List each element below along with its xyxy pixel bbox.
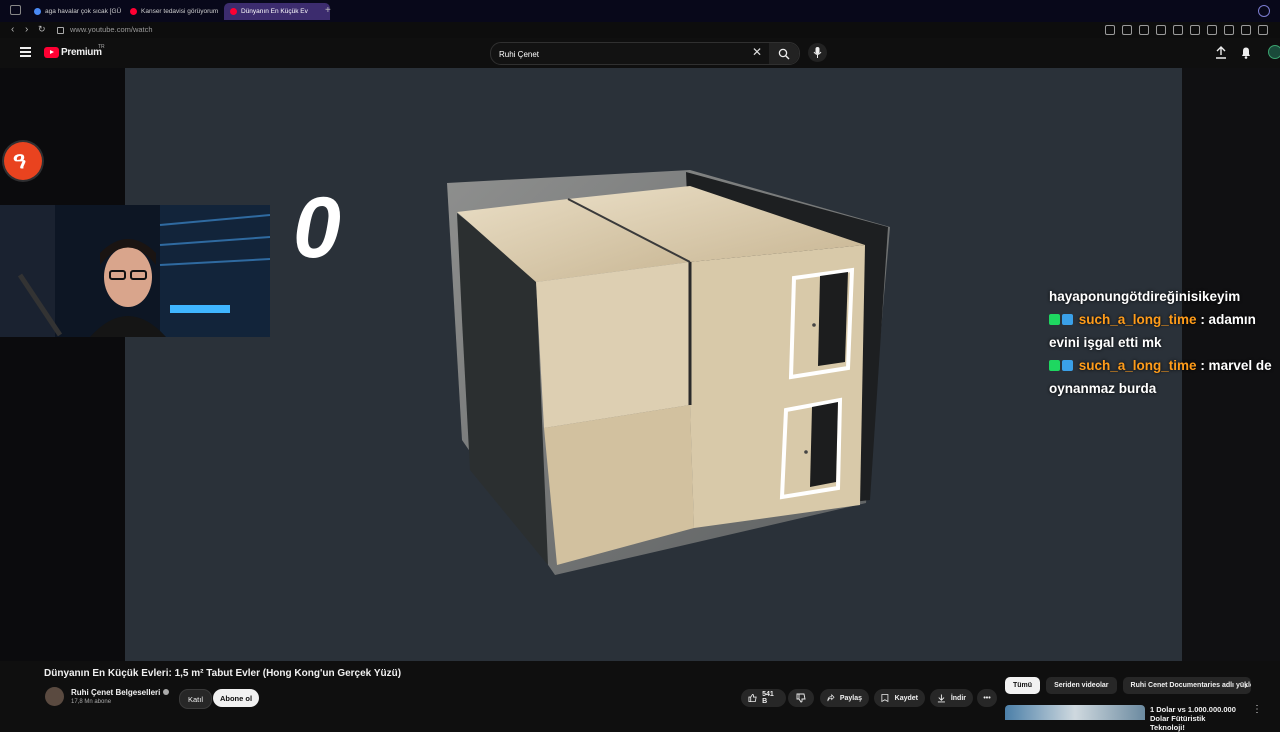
lock-icon [57, 27, 64, 34]
browser-tab-1[interactable]: aga havalar çok sıcak [GÜ [28, 3, 128, 20]
pickaxe-icon [1062, 360, 1073, 371]
menu-icon[interactable] [20, 47, 31, 56]
tab-label: aga havalar çok sıcak [GÜ [45, 8, 121, 15]
chip-series[interactable]: Seriden videolar [1046, 677, 1116, 694]
chat-message: hayaponungötdireğinisikeyim [1049, 285, 1274, 308]
more-actions-button[interactable]: ••• [977, 689, 997, 707]
forward-icon[interactable]: › [25, 24, 28, 35]
clear-search-icon[interactable]: ✕ [752, 45, 762, 59]
video-frame-3d-box [125, 68, 1182, 661]
video-title: Dünyanın En Küçük Evleri: 1,5 m² Tabut E… [44, 668, 401, 679]
back-icon[interactable]: ‹ [11, 24, 14, 35]
chat-overlay: hayaponungötdireğinisikeyim such_a_long_… [1049, 285, 1274, 400]
reader-icon[interactable] [1122, 25, 1132, 35]
cube-icon[interactable] [1190, 25, 1200, 35]
browser-toolbar-icons [1105, 25, 1268, 35]
pickaxe-icon [1062, 314, 1073, 325]
reload-icon[interactable]: ↻ [38, 24, 46, 35]
channel-name[interactable]: Ruhi Çenet Belgeselleri [71, 688, 160, 697]
save-button[interactable]: Kaydet [874, 689, 925, 707]
youtube-logo-icon[interactable] [44, 47, 59, 58]
save-label: Kaydet [895, 695, 918, 702]
search-box: ✕ [490, 42, 800, 65]
heart-icon[interactable] [1173, 25, 1183, 35]
chat-message: such_a_long_time : marvel de oynanmaz bu… [1049, 354, 1274, 400]
chat-message-text: hayaponungötdireğinisikeyim [1049, 289, 1240, 304]
search-input[interactable] [497, 46, 756, 62]
search-button[interactable] [769, 43, 799, 64]
avatar[interactable] [1268, 45, 1280, 59]
bookmark-icon[interactable] [1105, 25, 1115, 35]
upload-icon[interactable] [1215, 46, 1227, 59]
browser-tab-3-active[interactable]: Dünyanın En Küçük Ev [224, 3, 330, 20]
kick-icon [1049, 360, 1060, 371]
tab-label: Kanser tedavisi görüyorum [141, 8, 218, 15]
subscriber-count: 17,8 Mn abone [71, 699, 111, 705]
dislike-button[interactable] [788, 689, 814, 707]
webcam-overlay [0, 205, 270, 337]
like-button[interactable]: 541 B [741, 689, 786, 707]
share-icon [827, 693, 835, 703]
screenshot-icon[interactable] [1258, 25, 1268, 35]
download-button[interactable]: İndir [930, 689, 973, 707]
youtube-favicon-icon [130, 8, 137, 15]
chip-all[interactable]: Tümü [1005, 677, 1040, 694]
chat-message: such_a_long_time : adamın evini işgal et… [1049, 308, 1274, 354]
browser-tab-2[interactable]: Kanser tedavisi görüyorum [124, 3, 228, 20]
search-icon [778, 48, 790, 60]
thumbs-up-icon [748, 693, 757, 703]
recommendation-title[interactable]: 1 Dolar vs 1.000.000.000 Dolar Fütüristi… [1150, 705, 1240, 732]
share-button[interactable]: Paylaş [820, 689, 869, 707]
join-button[interactable]: Katıl [179, 689, 212, 709]
playlist-add-icon [881, 693, 890, 703]
tab-label: Dünyanın En Küçük Ev [241, 8, 308, 15]
kick-icon [1049, 314, 1060, 325]
youtube-favicon-icon [230, 8, 237, 15]
recommendation-thumbnail[interactable] [1005, 705, 1145, 720]
workspaces-icon[interactable] [10, 5, 21, 15]
url-field[interactable]: www.youtube.com/watch [70, 25, 153, 34]
youtube-logo-text[interactable]: Premium [61, 47, 102, 58]
chip-uploads[interactable]: Ruhi Cenet Documentaries adlı yükle [1123, 677, 1251, 694]
webcam-feed [0, 205, 270, 337]
download-icon [937, 693, 946, 703]
new-tab-button[interactable]: + [325, 5, 331, 16]
settings-icon[interactable] [1224, 25, 1234, 35]
subscribe-button[interactable]: Abone ol [213, 689, 259, 707]
share-label: Paylaş [840, 695, 862, 702]
country-code: TR [98, 44, 105, 50]
extensions-icon[interactable] [1207, 25, 1217, 35]
play-icon[interactable] [1156, 25, 1166, 35]
address-bar-row: ‹ › ↻ www.youtube.com/watch [0, 22, 1280, 38]
voice-search-button[interactable] [808, 43, 827, 62]
video-player[interactable] [125, 68, 1182, 661]
download-label: İndir [951, 695, 966, 702]
streamer-logo: ዓ [4, 142, 42, 180]
microphone-icon [813, 47, 822, 58]
chevron-right-icon[interactable]: › [1244, 680, 1248, 692]
shield-icon[interactable] [1139, 25, 1149, 35]
chat-username: such_a_long_time [1079, 358, 1197, 373]
download-icon[interactable] [1241, 25, 1251, 35]
thumbs-down-icon [796, 693, 806, 703]
youtube-header: Premium TR ✕ [0, 38, 1280, 68]
channel-avatar[interactable] [45, 687, 64, 706]
chat-username: such_a_long_time [1079, 312, 1197, 327]
notifications-bell-icon[interactable] [1240, 46, 1252, 59]
recommendation-chips: Tümü Seriden videolar Ruhi Cenet Documen… [1005, 677, 1251, 694]
recommendation-more-icon[interactable]: ⋮ [1252, 704, 1262, 715]
countdown-digit: 0 [293, 185, 341, 271]
streamer-logo-glyph: ዓ [13, 148, 26, 174]
like-count: 541 B [762, 691, 779, 705]
search-tabs-icon[interactable] [1258, 5, 1270, 17]
verified-icon [163, 689, 169, 695]
browser-tab-strip: aga havalar çok sıcak [GÜ Kanser tedavis… [0, 0, 1280, 22]
tab-favicon-icon [34, 8, 41, 15]
channel-name-row[interactable]: Ruhi Çenet Belgeselleri [71, 688, 169, 697]
